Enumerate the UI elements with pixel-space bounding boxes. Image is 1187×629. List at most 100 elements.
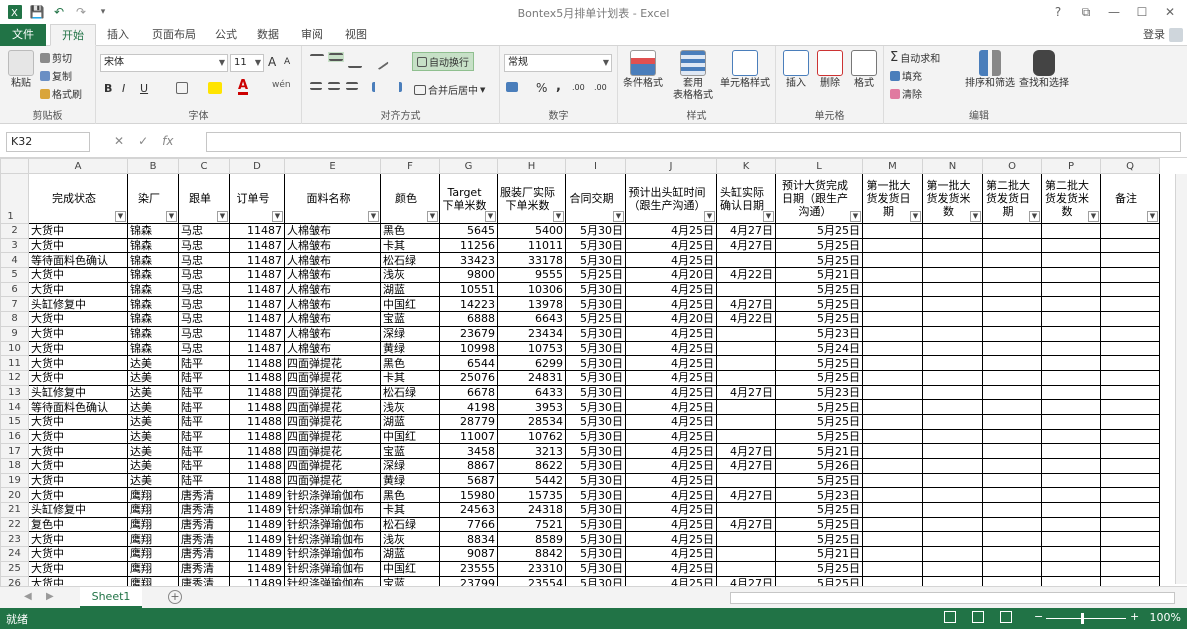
header-cell[interactable]: 完成状态 ▼ [28,173,128,224]
table-cell[interactable]: 11489 [229,546,285,562]
table-cell[interactable]: 黑色 [380,355,440,371]
header-cell[interactable]: 预计出头缸时间（跟生产沟通） ▼ [625,173,717,224]
sign-in-link[interactable]: 登录 [1143,26,1165,42]
table-cell[interactable] [982,311,1042,327]
table-cell[interactable] [922,237,983,254]
header-cell[interactable]: 第一批大货发货米数 ▼ [922,173,983,224]
table-cell[interactable]: 大货中 [28,267,128,283]
tab-review[interactable]: 审阅 [292,24,332,46]
table-cell[interactable]: 9555 [497,267,566,283]
row-header[interactable]: 21 [0,502,29,518]
table-cell[interactable]: 4月20日 [625,311,717,327]
table-cell[interactable]: 锦森 [127,296,179,313]
table-cell[interactable]: 4月25日 [625,472,717,489]
table-cell[interactable]: 针织涤弹瑜伽布 [284,575,381,586]
table-cell[interactable]: 24831 [497,369,566,386]
table-cell[interactable] [862,487,923,504]
table-cell[interactable] [862,355,923,371]
table-cell[interactable]: 5月30日 [565,472,626,489]
table-cell[interactable]: 11488 [229,384,285,401]
row-header[interactable]: 6 [0,281,29,298]
table-cell[interactable] [1100,384,1160,401]
table-cell[interactable]: 4月27日 [716,458,776,474]
delete-cells-button[interactable]: 删除 [814,50,846,90]
table-cell[interactable]: 鹰翔 [127,546,179,562]
table-cell[interactable]: 14223 [439,296,498,313]
table-cell[interactable]: 5月30日 [565,355,626,371]
table-cell[interactable] [1100,399,1160,415]
header-cell[interactable]: 面料名称 ▼ [284,173,381,224]
table-cell[interactable] [1100,458,1160,474]
table-cell[interactable] [1100,281,1160,298]
table-cell[interactable] [716,546,776,562]
format-as-table-button[interactable]: 套用 表格格式 [670,50,716,102]
table-cell[interactable]: 大货中 [28,223,128,239]
table-cell[interactable]: 大货中 [28,560,128,577]
paste-button[interactable]: 粘贴 [6,50,36,90]
table-cell[interactable] [1100,413,1160,430]
table-cell[interactable] [982,531,1042,548]
table-cell[interactable]: 4月27日 [716,516,776,533]
table-cell[interactable]: 4月25日 [625,252,717,269]
zoom-level[interactable]: 100% [1150,611,1181,624]
table-cell[interactable]: 4月25日 [625,560,717,577]
table-cell[interactable] [1041,399,1101,415]
table-cell[interactable]: 23555 [439,560,498,577]
table-cell[interactable] [922,325,983,342]
table-cell[interactable]: 唐秀清 [178,560,230,577]
table-cell[interactable]: 5月30日 [565,502,626,518]
table-cell[interactable] [1041,267,1101,283]
filter-dropdown-icon[interactable]: ▼ [553,211,564,222]
decrease-decimal-button[interactable]: .00 [594,83,607,92]
table-cell[interactable]: 5月30日 [565,237,626,254]
table-cell[interactable]: 马忠 [178,281,230,298]
header-cell[interactable]: 第二批大货发货米数 ▼ [1041,173,1101,224]
prev-sheet-icon[interactable]: ◀ [24,591,32,602]
cut-button[interactable]: 剪切 [40,50,72,65]
table-cell[interactable]: 4月20日 [625,267,717,283]
table-cell[interactable] [922,472,983,489]
table-cell[interactable] [982,443,1042,459]
table-cell[interactable]: 唐秀清 [178,516,230,533]
filter-dropdown-icon[interactable]: ▼ [1088,211,1099,222]
zoom-out-button[interactable]: − [1034,610,1043,623]
redo-icon[interactable]: ↷ [72,3,90,21]
table-cell[interactable] [1100,252,1160,269]
table-cell[interactable]: 锦森 [127,325,179,342]
table-cell[interactable]: 11489 [229,531,285,548]
table-cell[interactable]: 黑色 [380,487,440,504]
table-cell[interactable]: 4月27日 [716,575,776,586]
table-cell[interactable]: 锦森 [127,311,179,327]
row-header[interactable]: 26 [0,575,29,586]
table-cell[interactable]: 5月25日 [775,560,863,577]
table-cell[interactable] [1100,340,1160,357]
table-cell[interactable] [1041,428,1101,445]
align-left-button[interactable] [310,82,322,90]
table-cell[interactable] [716,369,776,386]
enter-icon[interactable]: ✓ [138,134,148,148]
table-cell[interactable]: 深绿 [380,458,440,474]
clear-button[interactable]: 清除 [890,86,922,101]
table-cell[interactable]: 11488 [229,413,285,430]
table-cell[interactable]: 中国红 [380,560,440,577]
table-cell[interactable]: 4月25日 [625,458,717,474]
find-select-button[interactable]: 查找和选择 [1018,50,1070,90]
table-cell[interactable]: 33423 [439,252,498,269]
formula-input[interactable] [206,132,1181,152]
table-cell[interactable]: 达美 [127,428,179,445]
table-cell[interactable] [1100,472,1160,489]
header-cell[interactable]: 服装厂实际下单米数 ▼ [497,173,566,224]
table-cell[interactable]: 5月30日 [565,575,626,586]
table-cell[interactable]: 8589 [497,531,566,548]
table-cell[interactable]: 马忠 [178,311,230,327]
table-cell[interactable]: 7766 [439,516,498,533]
table-cell[interactable] [982,267,1042,283]
table-cell[interactable]: 鹰翔 [127,531,179,548]
table-cell[interactable]: 5月30日 [565,325,626,342]
table-cell[interactable]: 5月24日 [775,340,863,357]
maximize-icon[interactable]: ☐ [1129,2,1155,22]
table-cell[interactable] [862,502,923,518]
orientation-button[interactable] [371,51,389,71]
table-cell[interactable] [862,311,923,327]
table-cell[interactable] [1041,384,1101,401]
